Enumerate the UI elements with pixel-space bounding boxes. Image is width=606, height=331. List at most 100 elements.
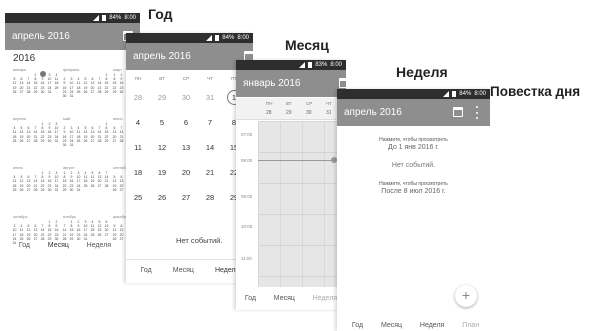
time-grid[interactable]	[258, 121, 346, 287]
day-cell[interactable]: 26	[150, 185, 174, 210]
tab-year[interactable]: Год	[141, 267, 152, 274]
mini-day: 25	[19, 236, 24, 241]
hour-label: 08:00	[241, 158, 253, 163]
add-event-button[interactable]: +	[455, 285, 477, 307]
tab-year[interactable]: Год	[245, 295, 256, 302]
status-bar: 84% 8:00	[5, 13, 140, 23]
week-date[interactable]: 31	[326, 110, 332, 116]
mini-day: 26	[112, 187, 117, 192]
tab-week[interactable]: Неделя	[313, 295, 337, 302]
month-label-jul[interactable]: июль	[13, 165, 23, 170]
tab-month[interactable]: Месяц	[274, 295, 295, 302]
day-cell[interactable]: 18	[126, 160, 150, 185]
agenda-date-bottom[interactable]: После 8 июл 2016 г.	[337, 188, 490, 195]
today-marker	[40, 71, 46, 77]
day-cell[interactable]: 28	[198, 185, 222, 210]
tab-year[interactable]: Год	[352, 322, 363, 329]
week-header: ПН ВТ СР ЧТ 28 29 30 31	[236, 98, 346, 120]
agenda-hint-top[interactable]: Нажмите, чтобы просмотреть	[337, 137, 490, 143]
month-label-oct[interactable]: октябрь	[13, 214, 28, 219]
agenda-hint-bottom[interactable]: Нажмите, чтобы просмотреть	[337, 181, 490, 187]
mini-day: 25	[12, 138, 17, 143]
month-label-jan[interactable]: январь	[13, 67, 26, 72]
year-view-screen: 84% 8:00 апрель 2016 2016 январь февраль…	[5, 13, 140, 263]
day-cell[interactable]: 13	[174, 135, 198, 160]
day-cell[interactable]: 5	[150, 110, 174, 135]
mini-day: 25	[90, 232, 95, 237]
mini-day: 30	[54, 236, 59, 241]
tab-month[interactable]: Месяц	[48, 242, 69, 249]
mini-month-grid[interactable]: 1234567891011121314151617181920212223242…	[11, 171, 60, 192]
tab-week[interactable]: Неделя	[420, 322, 444, 329]
month-label-may[interactable]: май	[63, 116, 70, 121]
day-cell[interactable]: 4	[126, 110, 150, 135]
mini-day: 27	[19, 89, 24, 94]
day-cell[interactable]: 29	[150, 85, 174, 110]
mini-month-grid[interactable]: 1234567891011121314151617181920212223242…	[61, 73, 110, 98]
mini-day: 29	[40, 138, 45, 143]
agenda-date-top[interactable]: До 1 янв 2016 г.	[337, 144, 490, 151]
calendar-today-icon[interactable]	[453, 107, 463, 117]
tab-plan[interactable]: План	[462, 322, 479, 329]
year-number: 2016	[13, 53, 36, 64]
mini-day: 31	[54, 138, 59, 143]
mini-month-grid[interactable]: 1234567891011121314151617181920212223242…	[11, 73, 60, 94]
app-bar: апрель 2016	[337, 99, 490, 126]
mini-month-grid[interactable]: 1234567891011121314151617181920212223242…	[61, 220, 110, 241]
mini-day: 30	[119, 89, 124, 94]
bottom-tabs-agenda: Год Месяц Неделя План	[343, 322, 488, 329]
mini-day: 26	[83, 89, 88, 94]
day-cell[interactable]: 21	[198, 160, 222, 185]
month-label-aug[interactable]: август	[63, 165, 75, 170]
signal-icon	[443, 91, 450, 97]
month-label-apr[interactable]: апрель	[13, 116, 26, 121]
status-bar: 84% 8:00	[126, 33, 253, 43]
clock: 8:00	[474, 91, 486, 97]
day-cell[interactable]: 7	[198, 110, 222, 135]
tab-month[interactable]: Месяц	[173, 267, 194, 274]
signal-icon	[206, 35, 213, 41]
day-cell[interactable]: 20	[174, 160, 198, 185]
day-cell[interactable]: 11	[126, 135, 150, 160]
battery-icon	[308, 62, 313, 68]
week-date[interactable]: 28	[266, 110, 272, 116]
day-cell[interactable]: 6	[174, 110, 198, 135]
weekday-header: ПН	[134, 76, 142, 81]
mini-month-grid[interactable]: 1234567891011121314151617181920212223242…	[61, 122, 110, 147]
mini-day: 27	[26, 138, 31, 143]
day-cell[interactable]: 31	[198, 85, 222, 110]
battery-level: 84%	[222, 35, 235, 41]
month-label-jun[interactable]: июнь	[113, 116, 123, 121]
battery-icon	[102, 15, 107, 21]
day-cell[interactable]: 30	[174, 85, 198, 110]
week-date[interactable]: 30	[306, 110, 312, 116]
weekday-header: ПН	[266, 101, 273, 106]
day-cell[interactable]: 27	[174, 185, 198, 210]
mini-day: 30	[47, 187, 52, 192]
calendar-today-icon[interactable]	[339, 78, 346, 88]
day-cell[interactable]: 19	[150, 160, 174, 185]
mini-day: 29	[69, 236, 74, 241]
mini-day: 28	[97, 89, 102, 94]
mini-day: 28	[40, 236, 45, 241]
day-cell[interactable]: 14	[198, 135, 222, 160]
month-label-feb[interactable]: февраль	[63, 67, 80, 72]
mini-day: 26	[26, 236, 31, 241]
clock: 8:00	[124, 15, 136, 21]
mini-day: 26	[97, 232, 102, 237]
day-cell[interactable]: 25	[126, 185, 150, 210]
mini-day: 30	[76, 236, 81, 241]
mini-month-grid[interactable]: 1234567891011121314151617181920212223242…	[61, 171, 110, 192]
app-bar: апрель 2016	[126, 43, 253, 70]
month-label-nov[interactable]: ноябрь	[63, 214, 76, 219]
mini-day: 28	[97, 138, 102, 143]
mini-month-grid[interactable]: 1234567891011121314151617181920212223242…	[11, 122, 60, 143]
tab-week[interactable]: Неделя	[87, 242, 111, 249]
day-cell[interactable]: 12	[150, 135, 174, 160]
week-date[interactable]: 29	[286, 110, 292, 116]
more-options-icon[interactable]	[475, 106, 478, 119]
day-cell[interactable]: 28	[126, 85, 150, 110]
tab-year[interactable]: Год	[19, 242, 30, 249]
tab-month[interactable]: Месяц	[381, 322, 402, 329]
month-label-mar[interactable]: март	[113, 67, 122, 72]
